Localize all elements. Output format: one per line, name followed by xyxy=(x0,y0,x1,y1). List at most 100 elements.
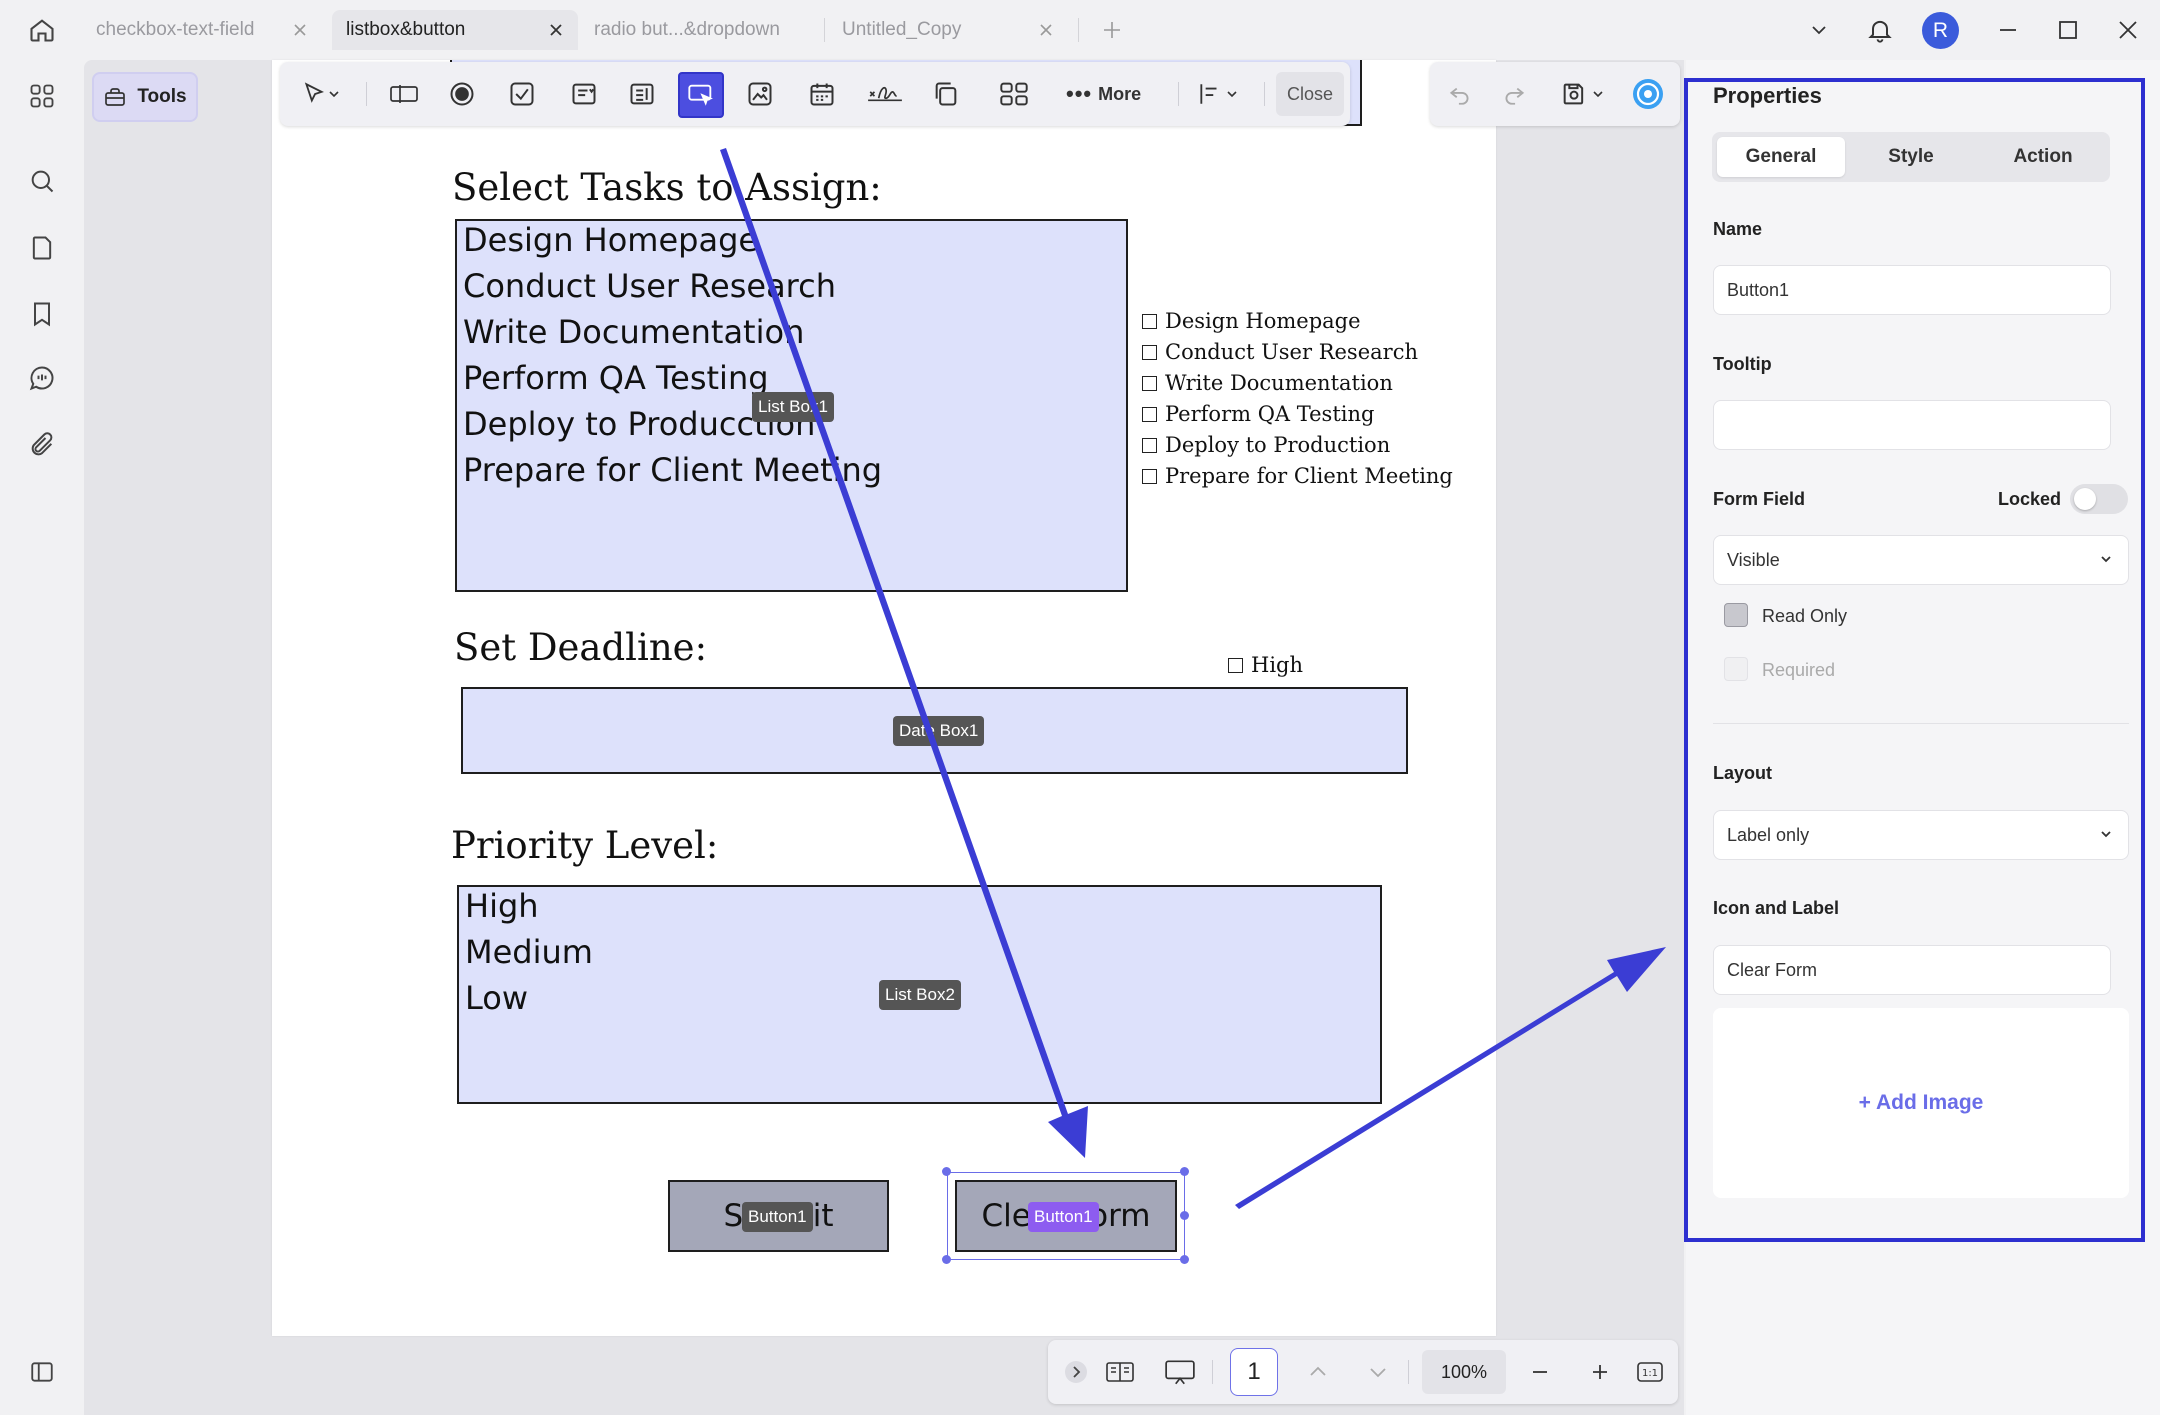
tab-listbox-button[interactable]: listbox&button xyxy=(332,10,578,50)
search-icon[interactable] xyxy=(24,163,60,199)
zoom-in-icon[interactable] xyxy=(1582,1354,1618,1390)
page-number-input[interactable]: 1 xyxy=(1230,1348,1278,1396)
zoom-out-icon[interactable] xyxy=(1522,1354,1558,1390)
avatar[interactable]: R xyxy=(1922,12,1959,49)
resize-handle[interactable] xyxy=(1180,1211,1189,1220)
bell-icon[interactable] xyxy=(1862,12,1898,48)
close-icon[interactable] xyxy=(290,20,310,40)
apps-grid-icon[interactable] xyxy=(24,78,60,114)
presentation-icon[interactable] xyxy=(1162,1354,1198,1390)
checkbox-row[interactable]: Prepare for Client Meeting xyxy=(1142,462,1453,490)
checkbox-icon[interactable] xyxy=(1142,344,1157,360)
close-icon[interactable] xyxy=(546,20,566,40)
bookmark-icon[interactable] xyxy=(24,296,60,332)
tab-untitled-copy[interactable]: Untitled_Copy xyxy=(828,10,1068,50)
grid-layout-icon[interactable] xyxy=(994,74,1034,114)
signature-tool-icon[interactable] xyxy=(862,74,908,114)
tab-action[interactable]: Action xyxy=(1979,137,2107,177)
layout-value: Label only xyxy=(1727,824,1810,845)
field-tag-list-box-2: List Box2 xyxy=(879,980,961,1010)
reading-mode-icon[interactable] xyxy=(1102,1354,1138,1390)
image-drop-area[interactable]: + Add Image xyxy=(1713,1008,2129,1198)
required-checkbox[interactable] xyxy=(1724,657,1748,681)
resize-handle[interactable] xyxy=(942,1255,951,1264)
button-tool-icon[interactable] xyxy=(678,72,724,118)
close-toolbar-button[interactable]: Close xyxy=(1276,72,1344,116)
home-icon[interactable] xyxy=(24,12,60,48)
redo-icon[interactable] xyxy=(1494,74,1534,114)
layout-select[interactable]: Label only xyxy=(1713,810,2129,860)
radio-button-tool-icon[interactable] xyxy=(442,74,482,114)
chevron-down-icon[interactable] xyxy=(322,74,346,114)
tab-checkbox-text-field[interactable]: checkbox-text-field xyxy=(82,10,322,50)
name-field[interactable]: Button1 xyxy=(1713,265,2111,315)
list-item[interactable]: Write Documentation xyxy=(463,313,804,351)
next-page-icon[interactable] xyxy=(1360,1354,1396,1390)
chevron-down-icon[interactable] xyxy=(1220,74,1244,114)
comment-icon[interactable] xyxy=(24,360,60,396)
minimize-icon[interactable] xyxy=(1990,12,2026,48)
checkbox-icon[interactable] xyxy=(1142,375,1157,391)
list-box-tool-icon[interactable] xyxy=(622,74,662,114)
read-only-checkbox[interactable] xyxy=(1724,603,1748,627)
tab-radio-dropdown[interactable]: radio but...&dropdown xyxy=(580,10,820,50)
add-image-button[interactable]: + Add Image xyxy=(1859,1091,1984,1115)
checkbox-icon[interactable] xyxy=(1142,313,1157,329)
checkbox-label: Design Homepage xyxy=(1165,309,1361,333)
checkbox-row[interactable]: Deploy to Production xyxy=(1142,431,1390,459)
visibility-select[interactable]: Visible xyxy=(1713,535,2129,585)
expand-icon[interactable] xyxy=(1058,1354,1094,1390)
ai-assistant-icon[interactable] xyxy=(1628,74,1668,114)
list-item[interactable]: Design Homepage xyxy=(463,221,758,259)
tools-label: Tools xyxy=(137,86,187,107)
checkbox-label: Prepare for Client Meeting xyxy=(1165,464,1453,488)
list-item[interactable]: High xyxy=(465,887,539,925)
list-item[interactable]: Perform QA Testing xyxy=(463,359,769,397)
tooltip-label: Tooltip xyxy=(1713,354,1772,374)
sidebar-toggle-icon[interactable] xyxy=(24,1354,60,1390)
checkbox-icon[interactable] xyxy=(1142,468,1157,484)
checkbox-row-high[interactable]: High xyxy=(1228,651,1303,679)
image-tool-icon[interactable] xyxy=(740,74,780,114)
checkbox-icon[interactable] xyxy=(1228,657,1243,673)
tab-style[interactable]: Style xyxy=(1847,137,1975,177)
checkbox-icon[interactable] xyxy=(1142,437,1157,453)
text-field-tool-icon[interactable] xyxy=(384,74,424,114)
label-text-field[interactable]: Clear Form xyxy=(1713,945,2111,995)
resize-handle[interactable] xyxy=(942,1167,951,1176)
resize-handle[interactable] xyxy=(1180,1255,1189,1264)
list-item[interactable]: Medium xyxy=(465,933,593,971)
maximize-icon[interactable] xyxy=(2050,12,2086,48)
locked-toggle[interactable] xyxy=(2070,484,2128,514)
tab-divider xyxy=(824,18,825,42)
checkbox-row[interactable]: Design Homepage xyxy=(1142,307,1361,335)
checkbox-icon[interactable] xyxy=(1142,406,1157,422)
properties-panel xyxy=(1686,60,2160,1415)
list-item[interactable]: Conduct User Research xyxy=(463,267,836,305)
close-icon[interactable] xyxy=(1036,20,1056,40)
copy-field-icon[interactable] xyxy=(926,74,966,114)
checkbox-row[interactable]: Write Documentation xyxy=(1142,369,1393,397)
chevron-down-icon[interactable] xyxy=(1586,74,1610,114)
actual-size-icon[interactable]: 1:1 xyxy=(1632,1354,1668,1390)
previous-page-icon[interactable] xyxy=(1300,1354,1336,1390)
date-tool-icon[interactable] xyxy=(802,74,842,114)
checkbox-tool-icon[interactable] xyxy=(502,74,542,114)
tooltip-field[interactable] xyxy=(1713,400,2111,450)
list-item[interactable]: Low xyxy=(465,979,528,1017)
more-button[interactable]: ••• More xyxy=(1066,74,1141,114)
window-close-icon[interactable] xyxy=(2110,12,2146,48)
undo-icon[interactable] xyxy=(1440,74,1480,114)
tab-general[interactable]: General xyxy=(1717,137,1845,177)
new-tab-icon[interactable] xyxy=(1096,14,1128,46)
attachment-icon[interactable] xyxy=(24,427,60,463)
combo-box-tool-icon[interactable] xyxy=(564,74,604,114)
chevron-down-icon[interactable] xyxy=(1801,12,1837,48)
checkbox-row[interactable]: Perform QA Testing xyxy=(1142,400,1374,428)
resize-handle[interactable] xyxy=(1180,1167,1189,1176)
page-icon[interactable] xyxy=(24,230,60,266)
list-item[interactable]: Prepare for Client Meeting xyxy=(463,451,882,489)
checkbox-row[interactable]: Conduct User Research xyxy=(1142,338,1418,366)
tools-button[interactable]: Tools xyxy=(92,72,198,122)
zoom-level[interactable]: 100% xyxy=(1422,1350,1506,1394)
